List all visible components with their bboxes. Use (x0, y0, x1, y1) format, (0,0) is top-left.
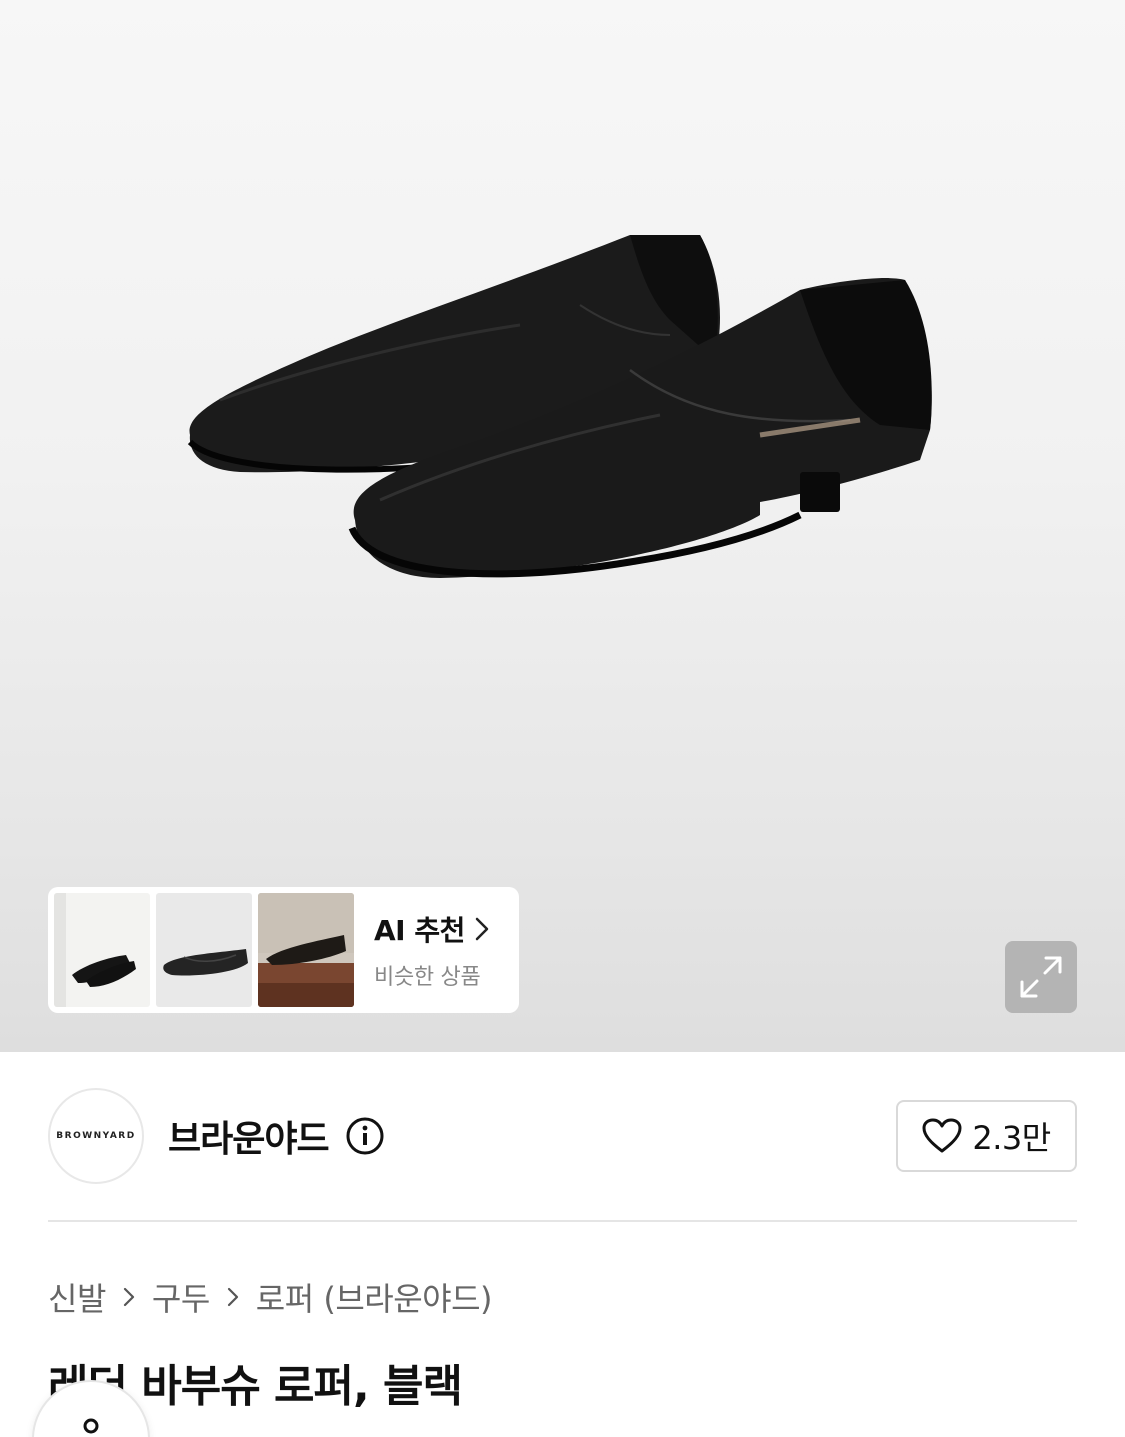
brand-logo[interactable]: BROWNYARD (48, 1088, 144, 1184)
product-detail-page: AI 추천 비슷한 상품 BROWNYARD 브라운야드 2.3만 신발 구두 … (0, 0, 1125, 1437)
thumbnail-3[interactable] (258, 893, 354, 1007)
brand-like-button[interactable]: 2.3만 (896, 1100, 1077, 1172)
share-icon (83, 1418, 99, 1434)
expand-image-button[interactable] (1005, 941, 1077, 1013)
product-image-gallery[interactable]: AI 추천 비슷한 상품 (0, 0, 1125, 1052)
thumbnail-2[interactable] (156, 893, 252, 1007)
brand-row: BROWNYARD 브라운야드 2.3만 (48, 1088, 1077, 1184)
thumbnail-strip: AI 추천 비슷한 상품 (48, 887, 519, 1013)
ai-recommend-title: AI 추천 (374, 914, 465, 947)
chevron-right-icon (226, 1286, 240, 1308)
brand-name[interactable]: 브라운야드 (168, 1110, 330, 1162)
ai-recommend-link[interactable]: AI 추천 비슷한 상품 (374, 909, 489, 991)
breadcrumb-item-shoes[interactable]: 신발 (48, 1274, 106, 1320)
divider (48, 1220, 1077, 1222)
breadcrumb-item-loafer[interactable]: 로퍼 (브라운야드) (256, 1274, 493, 1320)
breadcrumb-item-dress-shoes[interactable]: 구두 (152, 1274, 210, 1320)
breadcrumb: 신발 구두 로퍼 (브라운야드) (48, 1272, 493, 1322)
like-count: 2.3만 (972, 1119, 1051, 1157)
heart-icon (922, 1118, 962, 1153)
chevron-right-icon (475, 917, 489, 941)
brand-logo-text: BROWNYARD (56, 1131, 136, 1141)
thumbnail-1[interactable] (54, 893, 150, 1007)
expand-icon (1020, 956, 1062, 998)
chevron-right-icon (122, 1286, 136, 1308)
info-icon[interactable] (345, 1116, 385, 1156)
product-image (187, 235, 932, 578)
ai-recommend-subtitle: 비슷한 상품 (374, 965, 481, 990)
